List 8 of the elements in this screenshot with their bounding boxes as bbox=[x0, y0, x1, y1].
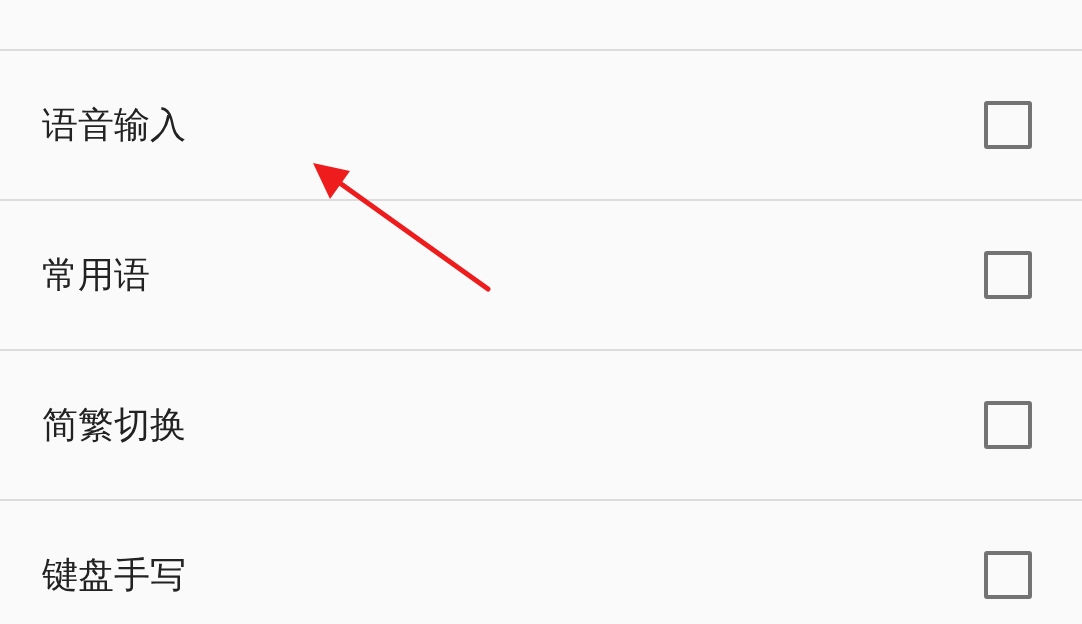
checkbox[interactable] bbox=[984, 551, 1032, 599]
setting-label: 简繁切换 bbox=[42, 402, 186, 447]
checkbox[interactable] bbox=[984, 101, 1032, 149]
setting-label: 键盘手写 bbox=[42, 552, 186, 597]
checkbox[interactable] bbox=[984, 401, 1032, 449]
setting-label: 语音输入 bbox=[42, 102, 186, 147]
setting-label: 常用语 bbox=[42, 252, 150, 297]
checkbox[interactable] bbox=[984, 251, 1032, 299]
